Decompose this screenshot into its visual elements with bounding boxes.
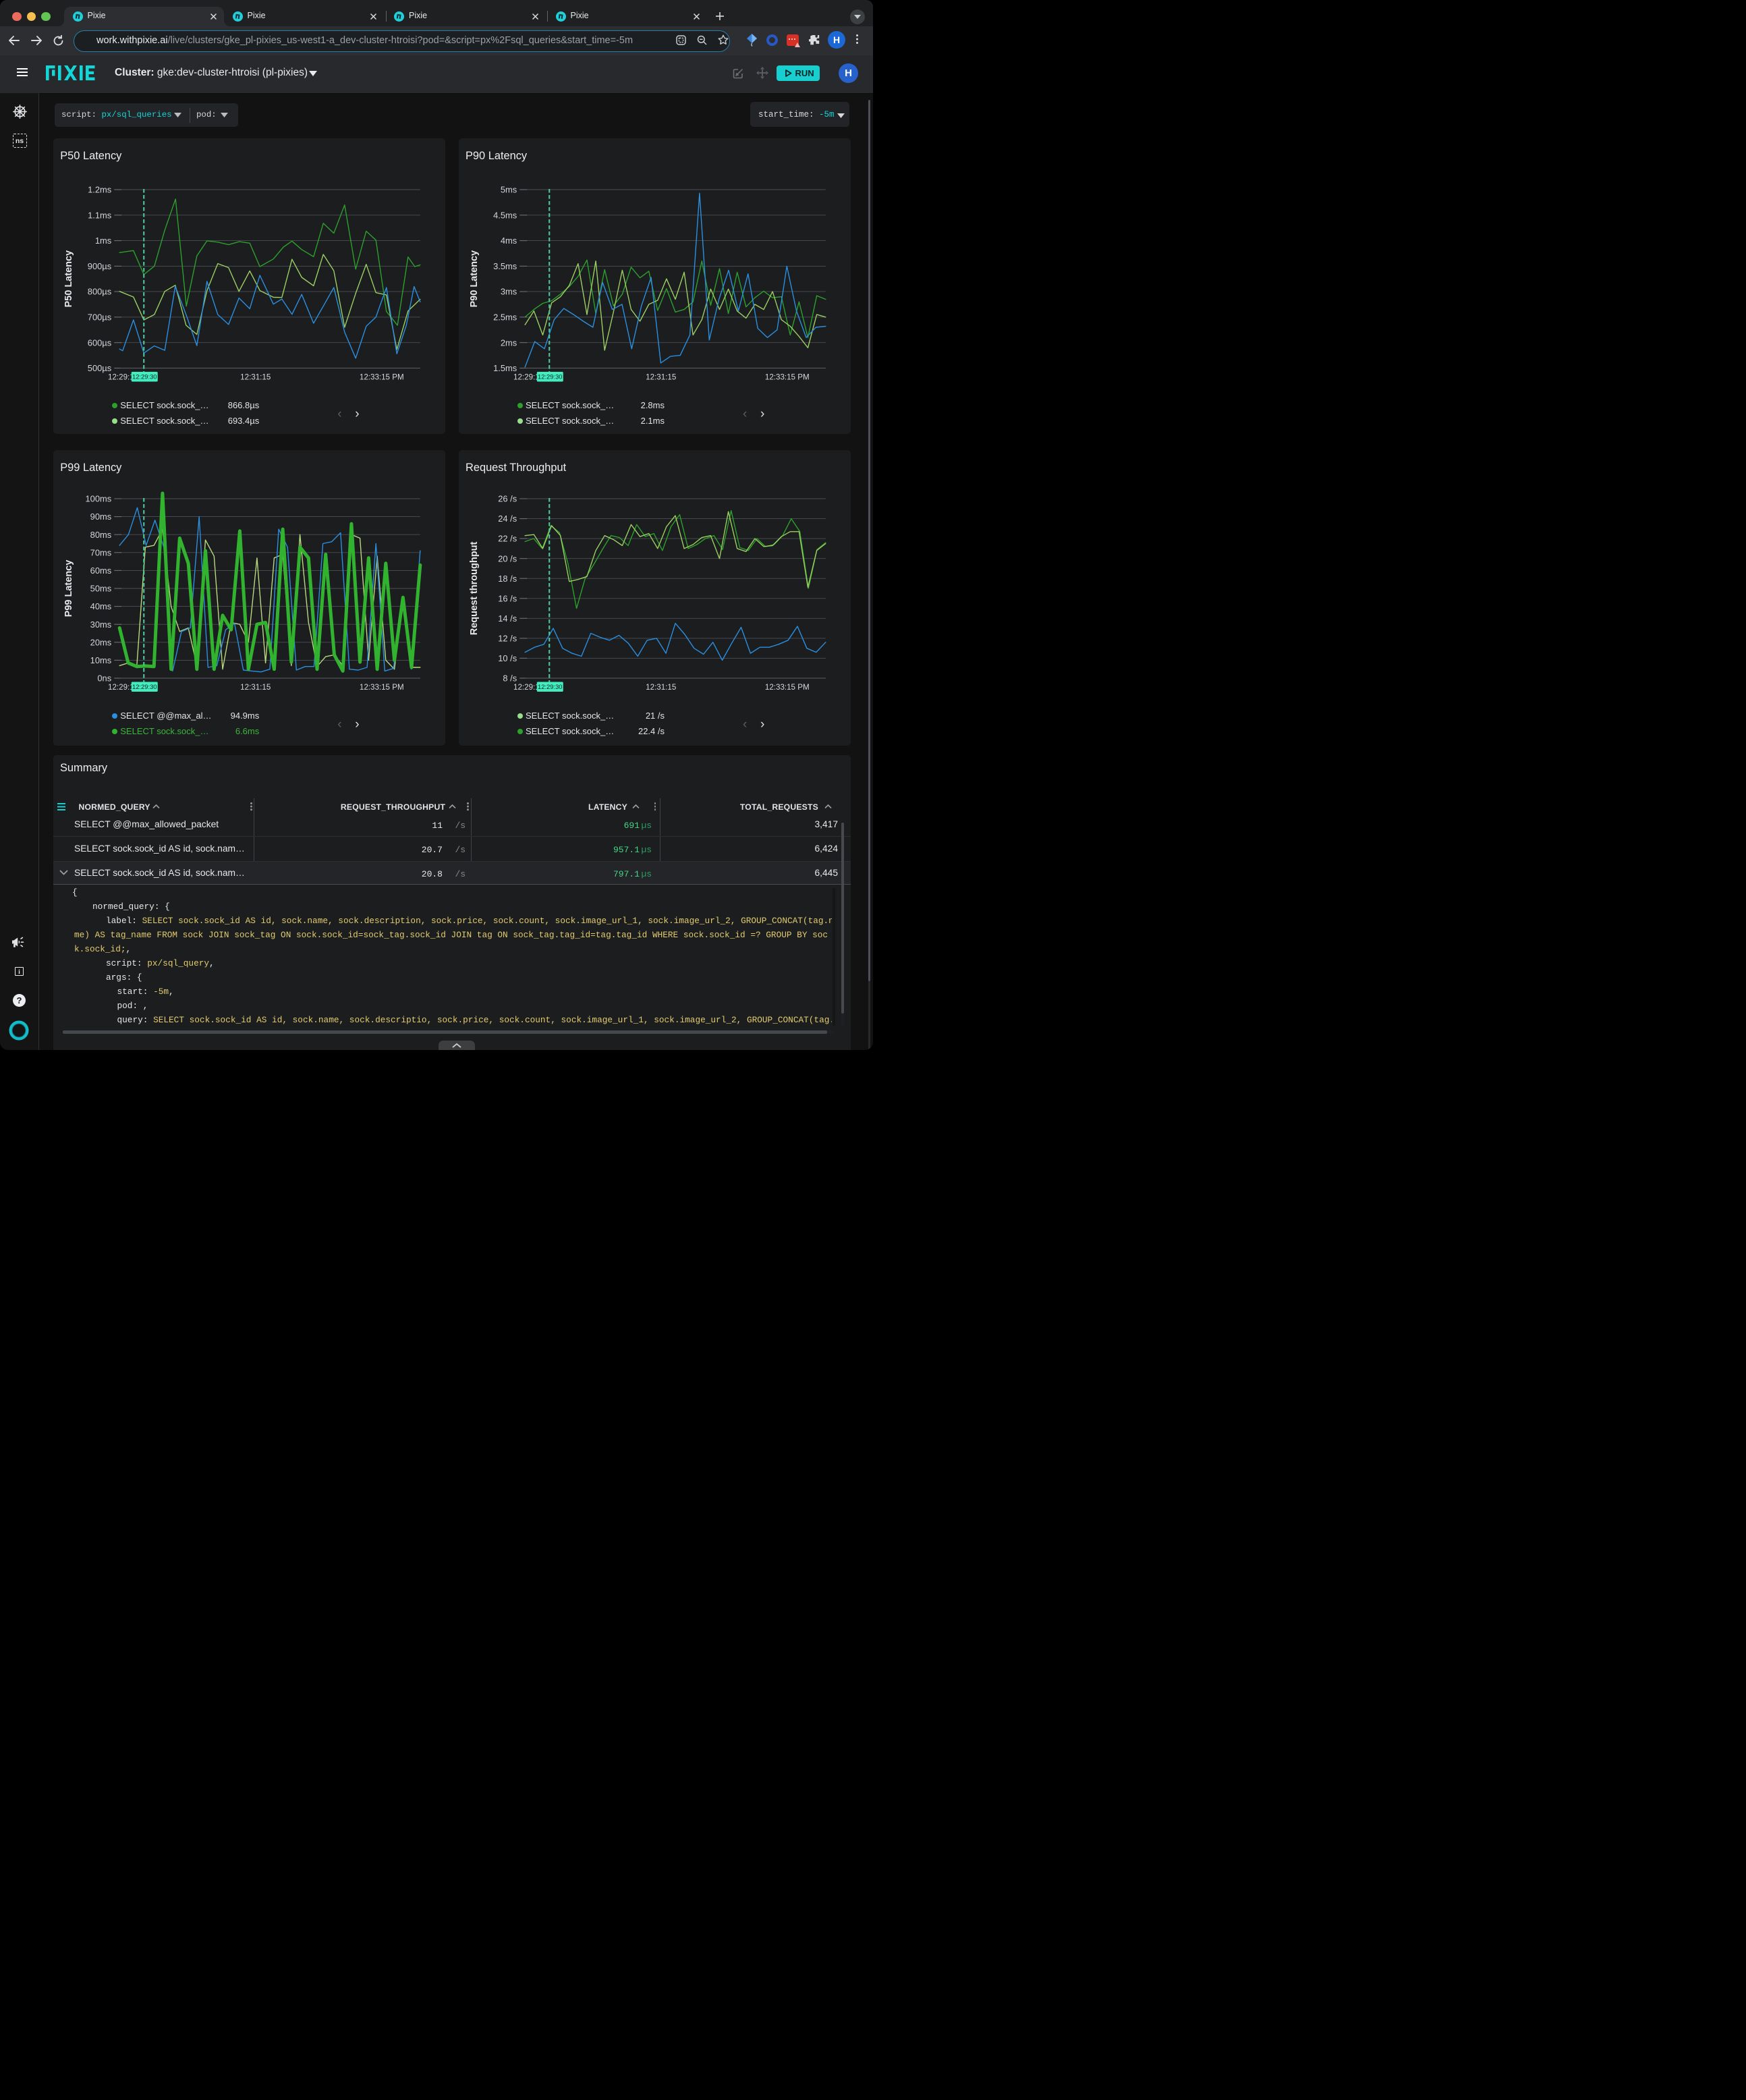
svg-text:2.5ms: 2.5ms [493, 312, 517, 323]
svg-text:18 /s: 18 /s [498, 574, 517, 584]
svg-text:0ns: 0ns [98, 673, 112, 684]
svg-text:5ms: 5ms [501, 185, 517, 195]
svg-text:12:31:15: 12:31:15 [240, 373, 271, 382]
svg-text:70ms: 70ms [90, 547, 112, 557]
svg-text:12:29:1: 12:29:1 [108, 683, 134, 692]
svg-text:20ms: 20ms [90, 637, 112, 647]
svg-text:12:29:30: 12:29:30 [538, 373, 563, 381]
svg-text:12:29:1: 12:29:1 [513, 373, 540, 382]
svg-text:12:29:30: 12:29:30 [132, 373, 157, 381]
svg-text:500µs: 500µs [88, 363, 111, 373]
svg-text:4ms: 4ms [501, 236, 517, 246]
svg-text:3.5ms: 3.5ms [493, 261, 517, 271]
svg-text:8 /s: 8 /s [503, 673, 517, 684]
svg-text:1.2ms: 1.2ms [88, 185, 111, 195]
svg-text:P90 Latency: P90 Latency [469, 250, 480, 308]
svg-text:800µs: 800µs [88, 287, 111, 297]
svg-text:12:31:15: 12:31:15 [646, 683, 676, 692]
svg-text:12:33:15 PM: 12:33:15 PM [765, 373, 810, 382]
svg-text:80ms: 80ms [90, 530, 112, 540]
svg-text:12:29:30: 12:29:30 [132, 683, 157, 690]
svg-text:700µs: 700µs [88, 312, 111, 323]
svg-text:40ms: 40ms [90, 601, 112, 611]
svg-text:12:29:30: 12:29:30 [538, 683, 563, 690]
svg-text:2ms: 2ms [501, 337, 517, 348]
svg-text:1.5ms: 1.5ms [493, 363, 517, 373]
svg-text:26 /s: 26 /s [498, 494, 517, 504]
svg-text:1.1ms: 1.1ms [88, 210, 111, 220]
svg-text:100ms: 100ms [86, 494, 112, 504]
svg-text:4.5ms: 4.5ms [493, 210, 517, 220]
svg-text:22 /s: 22 /s [498, 534, 517, 544]
svg-text:10ms: 10ms [90, 655, 112, 665]
svg-text:1ms: 1ms [95, 236, 111, 246]
svg-text:P99 Latency: P99 Latency [63, 560, 74, 617]
svg-text:3ms: 3ms [501, 287, 517, 297]
svg-text:Request throughput: Request throughput [469, 542, 480, 636]
svg-text:12 /s: 12 /s [498, 634, 517, 644]
svg-text:P50 Latency: P50 Latency [63, 250, 74, 308]
svg-text:12:31:15: 12:31:15 [240, 683, 271, 692]
svg-text:30ms: 30ms [90, 619, 112, 630]
svg-text:12:29:1: 12:29:1 [108, 373, 134, 382]
svg-text:900µs: 900µs [88, 261, 111, 271]
svg-text:50ms: 50ms [90, 584, 112, 594]
svg-text:12:29:1: 12:29:1 [513, 683, 540, 692]
svg-text:24 /s: 24 /s [498, 514, 517, 524]
svg-text:12:31:15: 12:31:15 [646, 373, 676, 382]
svg-text:90ms: 90ms [90, 512, 112, 522]
svg-text:60ms: 60ms [90, 565, 112, 576]
svg-text:12:33:15 PM: 12:33:15 PM [765, 683, 810, 692]
svg-text:14 /s: 14 /s [498, 613, 517, 624]
svg-text:16 /s: 16 /s [498, 593, 517, 603]
svg-text:10 /s: 10 /s [498, 653, 517, 663]
svg-text:600µs: 600µs [88, 337, 111, 348]
svg-text:12:33:15 PM: 12:33:15 PM [360, 683, 404, 692]
svg-text:12:33:15 PM: 12:33:15 PM [360, 373, 404, 382]
svg-text:20 /s: 20 /s [498, 553, 517, 563]
